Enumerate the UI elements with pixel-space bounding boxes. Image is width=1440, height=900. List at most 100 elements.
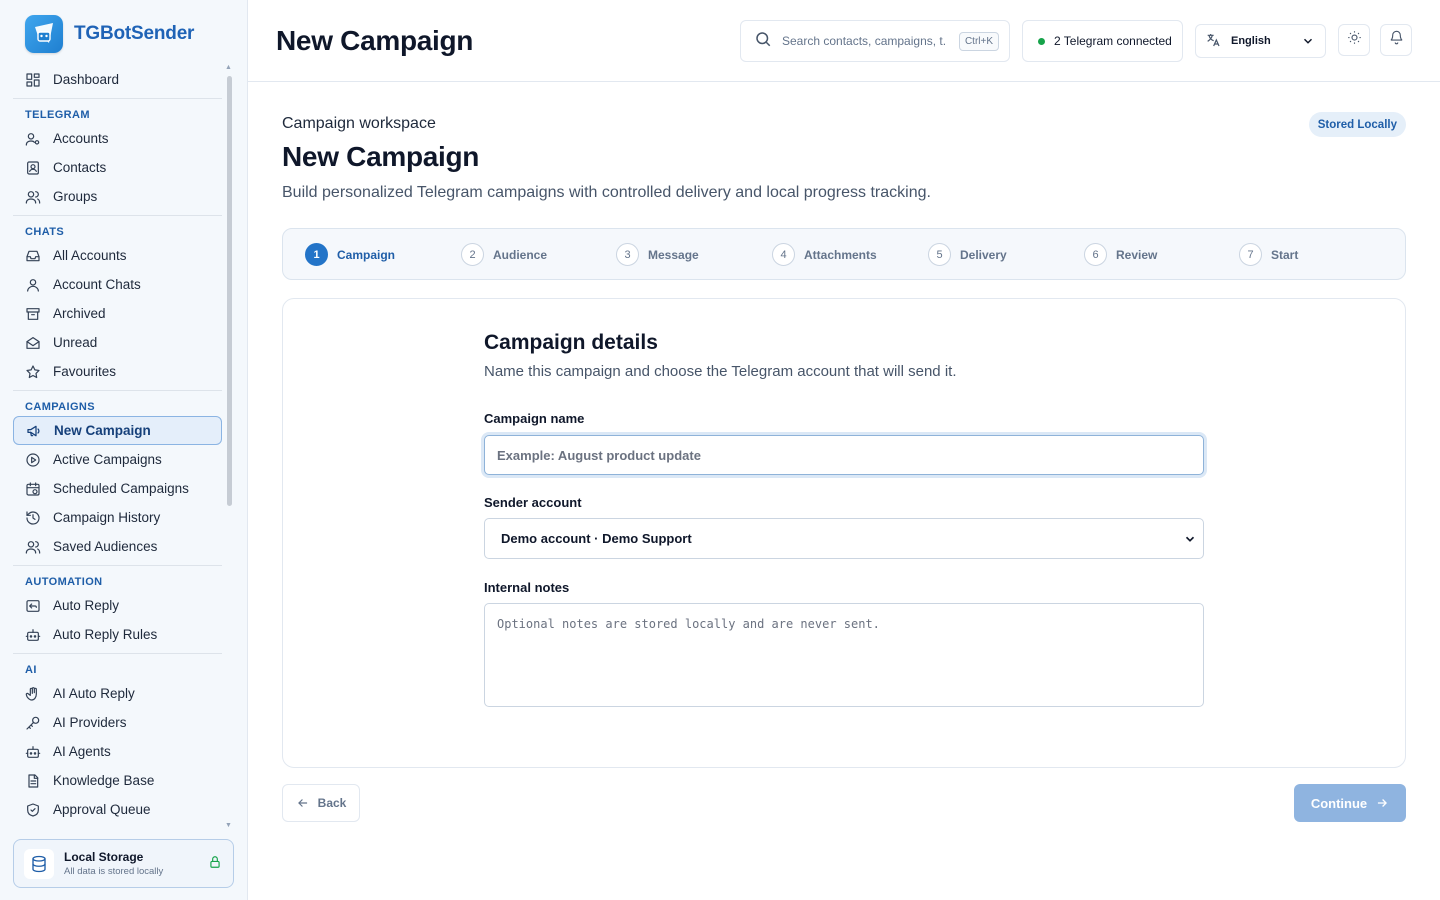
step-attachments[interactable]: 4 Attachments <box>772 243 877 266</box>
search-input[interactable]: Search contacts, campaigns, t... <box>782 34 947 48</box>
key-icon <box>25 715 41 731</box>
sidebar-nav: Dashboard TELEGRAM Accounts Contacts Groups C… <box>13 64 222 834</box>
calendar-clock-icon <box>25 481 41 497</box>
campaign-stepper: 1 Campaign 2 Audience 3 Message 4 Attachments 5 D… <box>282 228 1406 280</box>
dashboard-icon <box>25 72 41 88</box>
sidebar-item-label: Approval Queue <box>53 802 151 817</box>
notifications-button[interactable] <box>1380 24 1412 56</box>
step-number: 5 <box>928 243 951 266</box>
step-number: 2 <box>461 243 484 266</box>
translate-icon <box>1205 32 1221 51</box>
campaign-name-label: Campaign name <box>484 411 585 426</box>
sidebar-item-account-chats[interactable]: Account Chats <box>13 270 222 299</box>
sidebar-item-archived[interactable]: Archived <box>13 299 222 328</box>
form-subtitle: Name this campaign and choose the Telegr… <box>484 363 957 380</box>
sidebar-item-new-campaign[interactable]: New Campaign <box>13 416 222 445</box>
users-icon <box>25 539 41 555</box>
bot-icon <box>25 744 41 760</box>
step-audience[interactable]: 2 Audience <box>461 243 547 266</box>
sidebar-item-unread[interactable]: Unread <box>13 328 222 357</box>
storage-title: Local Storage <box>64 850 144 864</box>
scroll-down-arrow-icon[interactable]: ▼ <box>225 822 232 829</box>
nav-section-telegram: TELEGRAM <box>25 109 90 121</box>
scroll-up-arrow-icon[interactable]: ▲ <box>225 64 232 71</box>
sidebar-item-label: Scheduled Campaigns <box>53 481 189 496</box>
sidebar-item-label: Auto Reply <box>53 598 120 613</box>
sidebar-item-saved-audiences[interactable]: Saved Audiences <box>13 532 222 561</box>
page-eyebrow: Campaign workspace <box>282 115 436 132</box>
sidebar-item-label: Knowledge Base <box>53 773 155 788</box>
sidebar-item-label: AI Agents <box>53 744 111 759</box>
step-label: Audience <box>493 247 548 262</box>
brand-name: TGBotSender <box>74 23 195 44</box>
step-review[interactable]: 6 Review <box>1084 243 1157 266</box>
sidebar-item-auto-reply[interactable]: Auto Reply <box>13 591 222 620</box>
archive-icon <box>25 306 41 322</box>
sidebar-item-dashboard[interactable]: Dashboard <box>13 65 222 94</box>
document-icon <box>25 773 41 789</box>
sidebar-item-active-campaigns[interactable]: Active Campaigns <box>13 445 222 474</box>
back-label: Back <box>317 796 347 810</box>
continue-button[interactable]: Continue <box>1294 784 1406 822</box>
step-label: Delivery <box>960 247 1007 262</box>
sidebar-item-accounts[interactable]: Accounts <box>13 124 222 153</box>
sidebar-item-label: New Campaign <box>54 423 151 438</box>
sidebar-item-approval-queue[interactable]: Approval Queue <box>13 795 222 824</box>
user-cog-icon <box>25 131 41 147</box>
sidebar-item-knowledge-base[interactable]: Knowledge Base <box>13 766 222 795</box>
sidebar: TGBotSender Dashboard TELEGRAM Accounts Con… <box>0 0 248 900</box>
bot-icon <box>25 627 41 643</box>
mail-open-icon <box>25 335 41 351</box>
shield-check-icon <box>25 802 41 818</box>
sidebar-item-all-accounts[interactable]: All Accounts <box>13 241 222 270</box>
sidebar-item-scheduled-campaigns[interactable]: Scheduled Campaigns <box>13 474 222 503</box>
sidebar-item-auto-reply-rules[interactable]: Auto Reply Rules <box>13 620 222 649</box>
step-label: Campaign <box>337 247 396 262</box>
theme-toggle-button[interactable] <box>1338 24 1370 56</box>
sender-account-select[interactable]: Demo account · Demo Support <box>484 518 1204 559</box>
sidebar-item-ai-agents[interactable]: AI Agents <box>13 737 222 766</box>
global-search[interactable]: Search contacts, campaigns, t... Ctrl+K <box>740 20 1010 62</box>
step-label: Review <box>1116 247 1158 262</box>
internal-notes-textarea[interactable] <box>484 603 1204 707</box>
search-icon <box>754 30 772 53</box>
star-icon <box>25 364 41 380</box>
sidebar-item-campaign-history[interactable]: Campaign History <box>13 503 222 532</box>
step-start[interactable]: 7 Start <box>1239 243 1298 266</box>
sun-icon <box>1347 30 1362 50</box>
sidebar-item-label: Active Campaigns <box>53 452 162 467</box>
status-text: 2 Telegram connected <box>1054 34 1172 48</box>
contact-book-icon <box>25 160 41 176</box>
telegram-connection-status[interactable]: 2 Telegram connected <box>1022 20 1183 62</box>
page-header-title: New Campaign <box>276 25 474 56</box>
status-dot <box>1038 37 1045 45</box>
brand[interactable]: TGBotSender <box>25 14 194 54</box>
history-icon <box>25 510 41 526</box>
lock-icon <box>208 854 222 875</box>
chevron-down-icon <box>1183 532 1197 549</box>
sidebar-scrollbar[interactable] <box>227 76 232 506</box>
step-campaign[interactable]: 1 Campaign <box>305 243 395 266</box>
play-circle-icon <box>25 452 41 468</box>
inbox-icon <box>25 248 41 264</box>
page-subtitle: Build personalized Telegram campaigns wi… <box>282 184 931 201</box>
users-icon <box>25 189 41 205</box>
campaign-details-card: Campaign details Name this campaign and … <box>282 298 1406 768</box>
step-delivery[interactable]: 5 Delivery <box>928 243 1007 266</box>
language-select[interactable]: English <box>1195 24 1326 58</box>
internal-notes-label: Internal notes <box>484 580 570 595</box>
sidebar-item-ai-providers[interactable]: AI Providers <box>13 708 222 737</box>
sidebar-item-ai-auto-reply[interactable]: AI Auto Reply <box>13 679 222 708</box>
sidebar-item-contacts[interactable]: Contacts <box>13 153 222 182</box>
stored-locally-badge: Stored Locally <box>1308 112 1406 137</box>
sidebar-item-groups[interactable]: Groups <box>13 182 222 211</box>
campaign-name-input[interactable] <box>484 435 1204 475</box>
sidebar-item-label: Archived <box>53 306 106 321</box>
back-button[interactable]: Back <box>282 784 360 822</box>
sidebar-item-favourites[interactable]: Favourites <box>13 357 222 386</box>
step-message[interactable]: 3 Message <box>616 243 699 266</box>
user-icon <box>25 277 41 293</box>
nav-section-ai: AI <box>25 664 37 676</box>
sender-account-label: Sender account <box>484 495 582 510</box>
nav-section-automation: AUTOMATION <box>25 576 103 588</box>
